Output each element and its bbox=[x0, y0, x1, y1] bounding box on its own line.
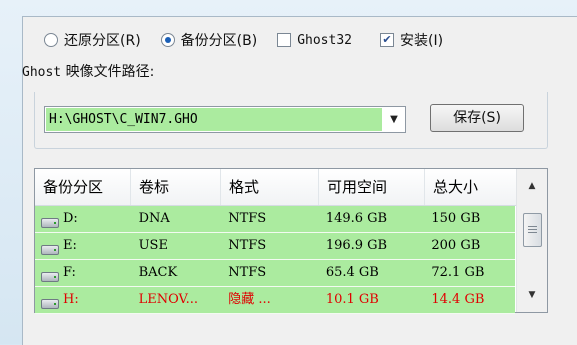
table-row[interactable]: F: BACK NTFS 65.4 GB 72.1 GB bbox=[35, 260, 515, 287]
table-header: 备份分区 卷标 格式 可用空间 总大小 bbox=[35, 169, 547, 206]
table-row-hidden-partition[interactable]: H: LENOV... 隐藏 ... 10.1 GB 14.4 GB bbox=[35, 287, 515, 314]
table-row[interactable]: E: USE NTFS 196.9 GB 200 GB bbox=[35, 233, 515, 260]
column-header-total[interactable]: 总大小 bbox=[425, 169, 517, 205]
column-header-label[interactable]: 卷标 bbox=[131, 169, 221, 205]
save-button[interactable]: 保存(S) bbox=[430, 104, 524, 132]
row-format: 隐藏 ... bbox=[228, 292, 271, 307]
column-header-format[interactable]: 格式 bbox=[221, 169, 319, 205]
hard-drive-icon bbox=[41, 272, 59, 282]
hard-drive-icon bbox=[41, 245, 59, 255]
hard-drive-icon bbox=[41, 218, 59, 228]
grip-line bbox=[528, 226, 537, 227]
row-drive: F: bbox=[63, 265, 76, 280]
backup-label: 备份分区(B) bbox=[180, 33, 258, 49]
row-label: LENOV... bbox=[138, 292, 199, 307]
row-format: NTFS bbox=[228, 211, 267, 226]
row-format: NTFS bbox=[228, 238, 267, 253]
row-free: 65.4 GB bbox=[325, 265, 379, 280]
mode-options: 还原分区(R) 备份分区(B) Ghost32 ✔ 安装(I) bbox=[22, 28, 453, 52]
ghost32-option[interactable]: Ghost32 bbox=[277, 33, 352, 48]
table-body: D: DNA NTFS 149.6 GB 150 GB E: USE NTFS … bbox=[35, 206, 515, 314]
row-format: NTFS bbox=[228, 265, 267, 280]
ghost32-label: Ghost32 bbox=[297, 32, 352, 48]
row-label: DNA bbox=[138, 211, 170, 226]
vertical-scrollbar[interactable]: ▲ ▼ bbox=[516, 169, 547, 312]
hard-drive-icon bbox=[41, 299, 59, 309]
restore-label: 还原分区(R) bbox=[64, 33, 141, 49]
ghost32-checkbox[interactable] bbox=[277, 33, 292, 47]
scrollbar-thumb[interactable] bbox=[523, 213, 542, 247]
row-drive: D: bbox=[63, 211, 78, 226]
path-label-prefix: Ghost bbox=[22, 65, 62, 80]
restore-radio[interactable] bbox=[44, 33, 58, 47]
column-header-free[interactable]: 可用空间 bbox=[319, 169, 425, 205]
chevron-down-icon[interactable]: ▼ bbox=[383, 114, 405, 125]
install-option[interactable]: ✔ 安装(I) bbox=[379, 30, 444, 50]
row-label: USE bbox=[138, 238, 168, 253]
restore-option[interactable]: 还原分区(R) bbox=[44, 30, 141, 50]
image-path-value[interactable]: H:\GHOST\C_WIN7.GHO bbox=[46, 108, 382, 131]
scroll-down-icon[interactable]: ▼ bbox=[517, 284, 547, 306]
install-checkbox[interactable]: ✔ bbox=[379, 33, 394, 47]
column-header-partition[interactable]: 备份分区 bbox=[35, 169, 131, 205]
grip-line bbox=[528, 232, 537, 233]
grip-line bbox=[528, 229, 537, 230]
backup-option[interactable]: 备份分区(B) bbox=[160, 30, 258, 50]
row-total: 200 GB bbox=[431, 238, 481, 253]
partition-table: 备份分区 卷标 格式 可用空间 总大小 D: DNA NTFS 149.6 GB… bbox=[34, 168, 548, 314]
row-total: 14.4 GB bbox=[431, 292, 485, 307]
row-total: 150 GB bbox=[431, 211, 481, 226]
row-label: BACK bbox=[138, 265, 178, 280]
table-row[interactable]: D: DNA NTFS 149.6 GB 150 GB bbox=[35, 206, 515, 233]
scroll-up-icon[interactable]: ▲ bbox=[517, 175, 547, 197]
path-label-text: 映像文件路径: bbox=[61, 64, 155, 80]
path-label: Ghost 映像文件路径: bbox=[22, 61, 154, 81]
image-path-dropdown[interactable]: H:\GHOST\C_WIN7.GHO ▼ bbox=[44, 106, 406, 133]
install-label: 安装(I) bbox=[399, 33, 444, 49]
row-drive: H: bbox=[63, 292, 79, 307]
row-free: 196.9 GB bbox=[325, 238, 388, 253]
row-total: 72.1 GB bbox=[431, 265, 485, 280]
row-free: 149.6 GB bbox=[325, 211, 388, 226]
row-drive: E: bbox=[63, 238, 77, 253]
backup-radio[interactable] bbox=[160, 33, 175, 47]
row-free: 10.1 GB bbox=[325, 292, 379, 307]
